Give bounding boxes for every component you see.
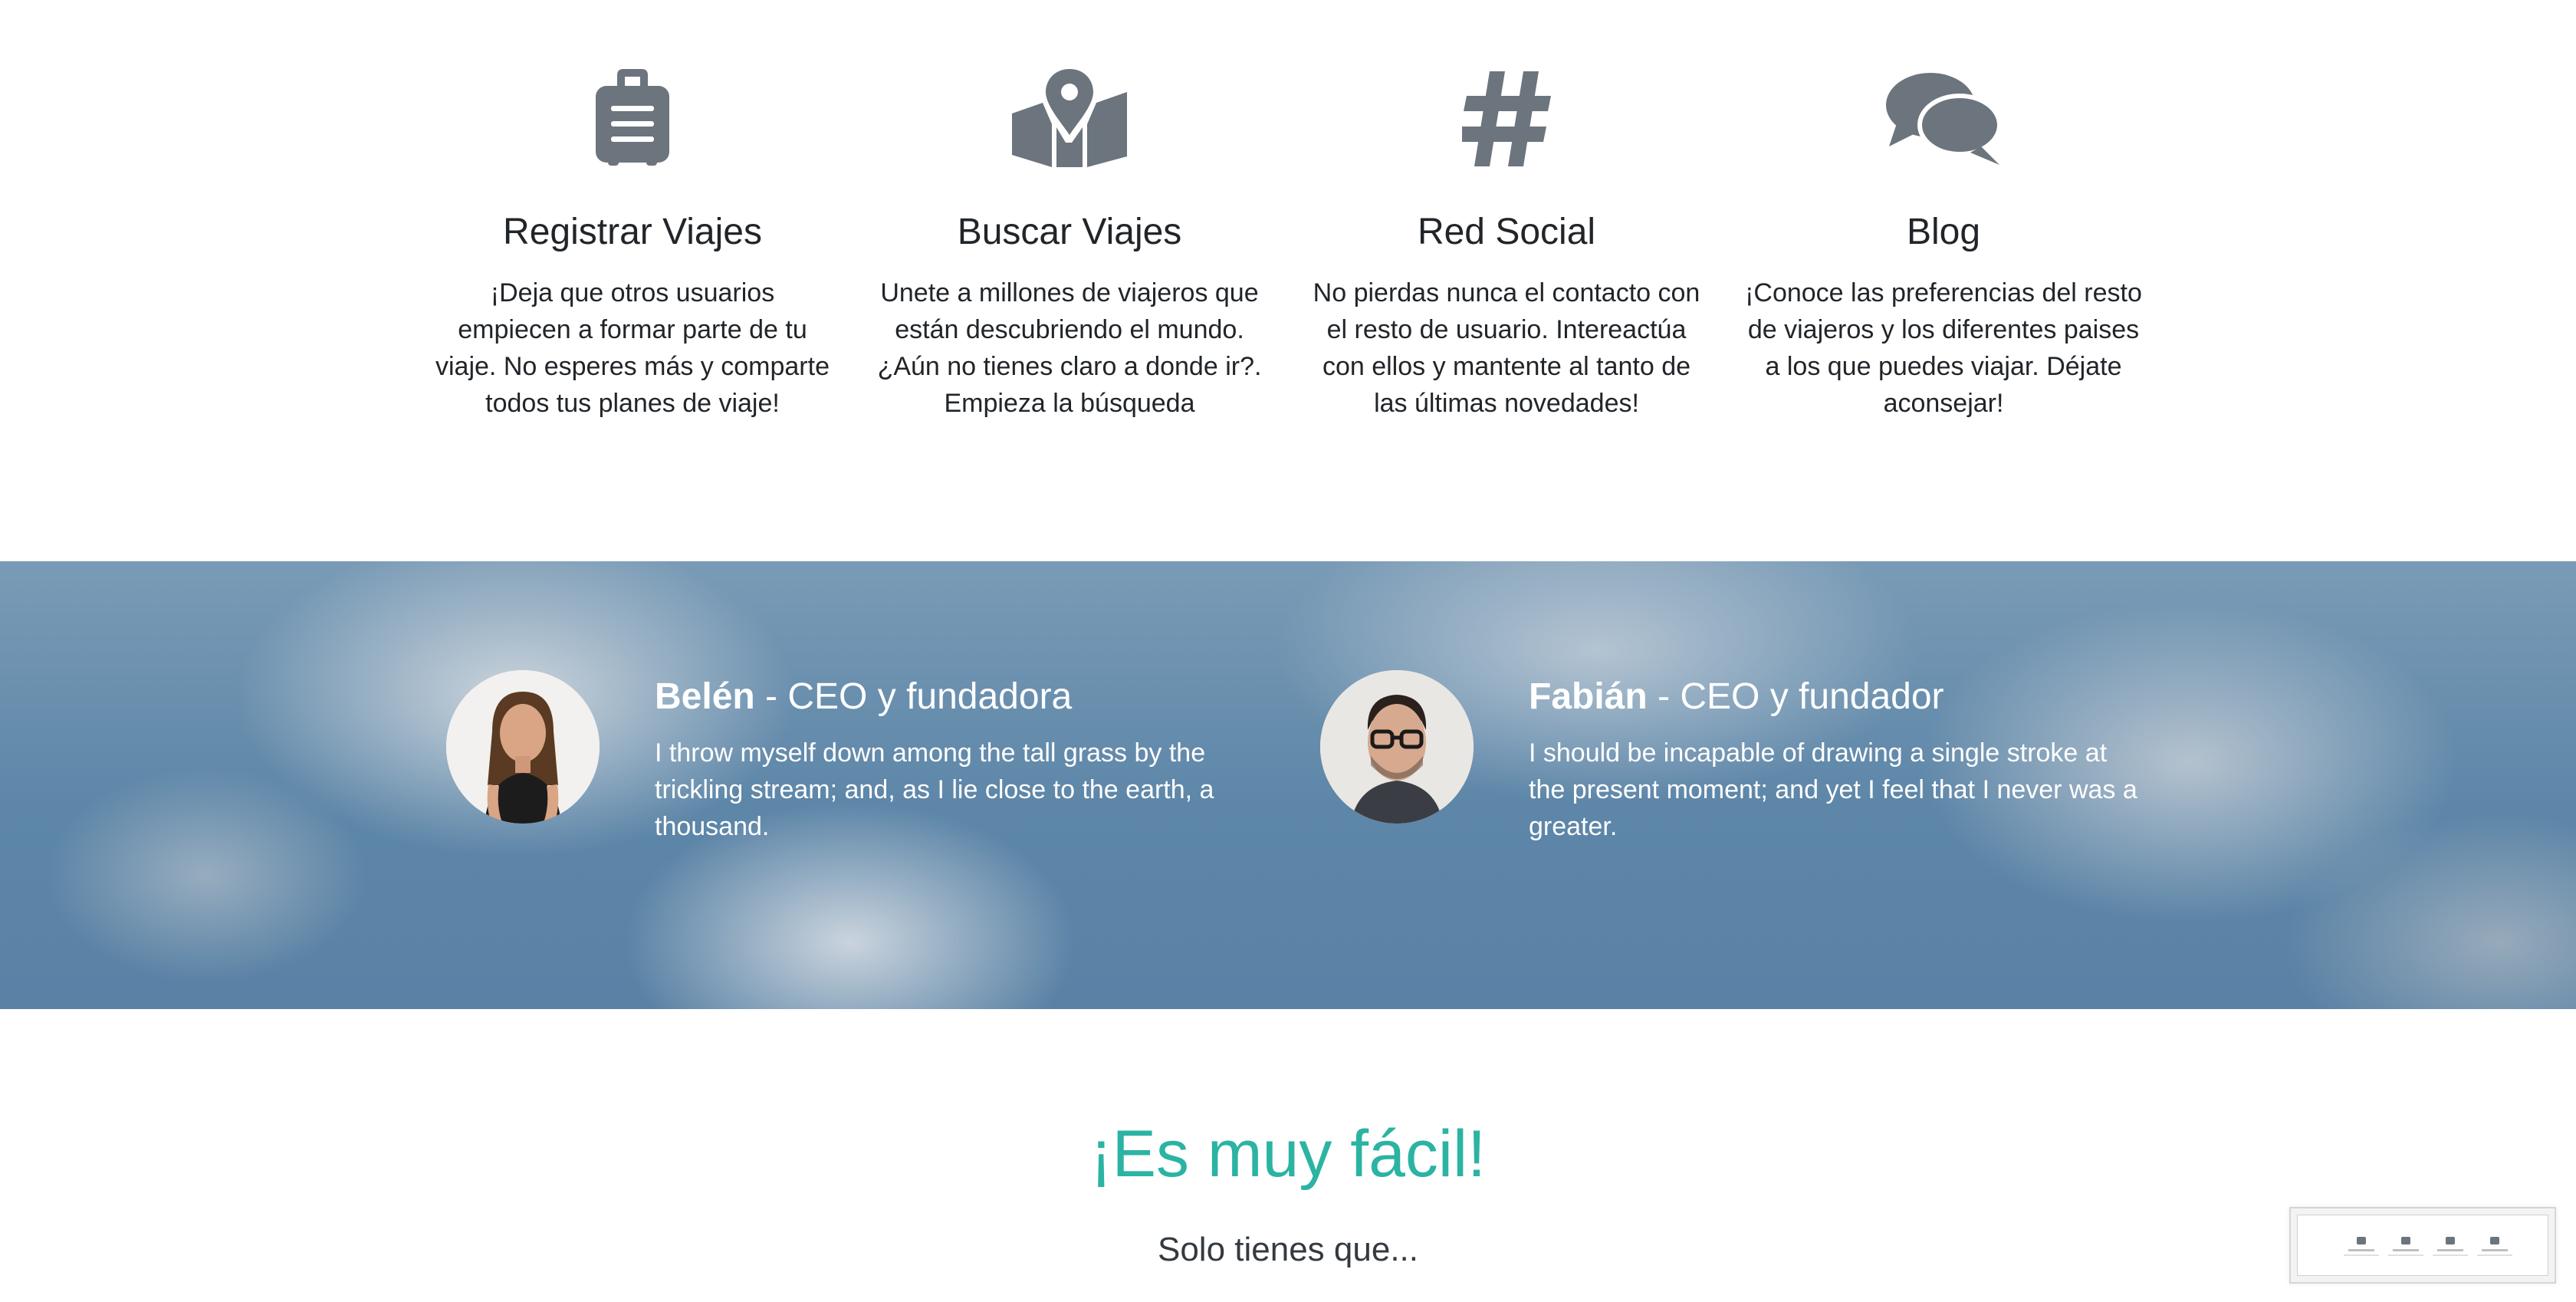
testimonial-role: - CEO y fundador — [1647, 676, 1944, 717]
testimonial-quote: I throw myself down among the tall grass… — [655, 738, 1214, 842]
page-preview-thumbnail[interactable] — [2289, 1207, 2556, 1284]
feature-title: Red Social — [1417, 212, 1596, 252]
testimonial-title: Belén - CEO y fundadora — [655, 673, 1268, 721]
avatar — [446, 670, 600, 824]
avatar — [1320, 670, 1474, 824]
testimonials-banner: Belén - CEO y fundadora I throw myself d… — [0, 561, 2576, 1009]
feature-title: Registrar Viajes — [503, 212, 762, 252]
preview-feature — [2387, 1237, 2425, 1256]
cta-heading: ¡Es muy fácil! — [1089, 1117, 1487, 1191]
preview-feature — [2431, 1237, 2469, 1256]
feature-description: No pierdas nunca el contacto con el rest… — [1313, 278, 1700, 418]
feature-title: Blog — [1906, 212, 1981, 252]
preview-feature — [2476, 1237, 2514, 1256]
testimonial-quote: I should be incapable of drawing a singl… — [1529, 738, 2137, 842]
testimonial-name: Fabián — [1529, 676, 1648, 717]
feature-buscar-viajes: Buscar Viajes Unete a millones de viajer… — [870, 61, 1269, 422]
feature-red-social: Red Social No pierdas nunca el contacto … — [1307, 61, 1706, 422]
features-section: Registrar Viajes ¡Deja que otros usuario… — [0, 0, 2576, 561]
feature-registrar-viajes: Registrar Viajes ¡Deja que otros usuario… — [433, 61, 832, 422]
testimonial-title: Fabián - CEO y fundador — [1529, 673, 2142, 721]
testimonial-name: Belén — [655, 676, 755, 717]
feature-description: Unete a millones de viajeros que están d… — [877, 278, 1262, 418]
testimonial-role: - CEO y fundadora — [754, 676, 1073, 717]
feature-title: Buscar Viajes — [957, 212, 1182, 252]
cta-section: ¡Es muy fácil! Solo tienes que... — [0, 1009, 2576, 1302]
comments-icon — [1744, 61, 2143, 176]
feature-description: ¡Conoce las preferencias del resto de vi… — [1745, 278, 2142, 418]
suitcase-icon — [433, 61, 832, 176]
hashtag-icon — [1307, 61, 1706, 176]
feature-blog: Blog ¡Conoce las preferencias del resto … — [1744, 61, 2143, 422]
map-marked-icon — [870, 61, 1269, 176]
cta-subheading: Solo tienes que... — [1157, 1231, 1418, 1268]
page-preview-frame — [2297, 1215, 2548, 1276]
feature-description: ¡Deja que otros usuarios empiecen a form… — [435, 278, 830, 418]
preview-feature — [2342, 1237, 2380, 1256]
